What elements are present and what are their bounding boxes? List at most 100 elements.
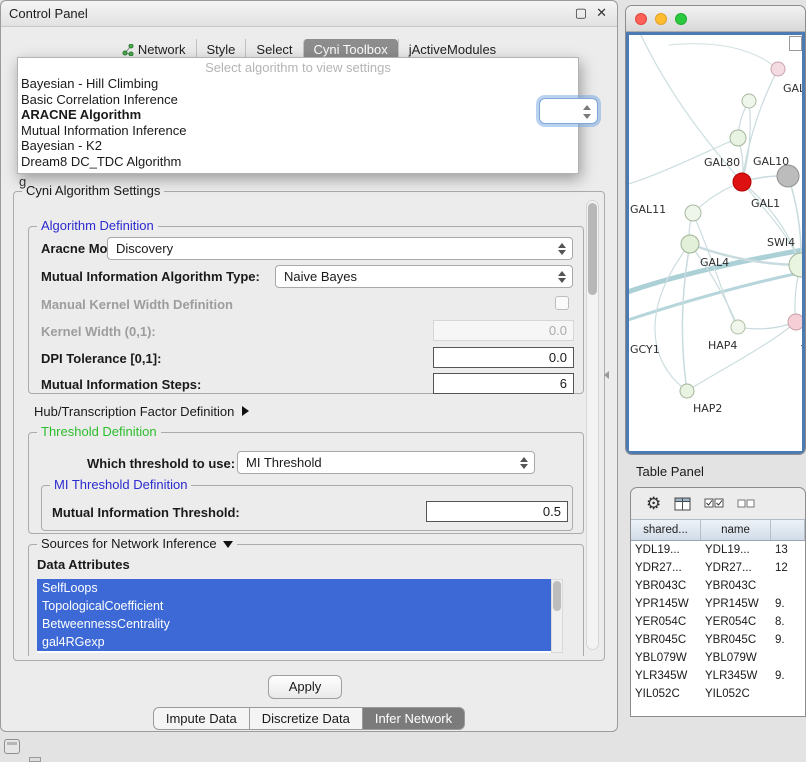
select-all-checkboxes-icon[interactable]: [704, 498, 724, 509]
hub-tf-definition-row[interactable]: Hub/Transcription Factor Definition: [34, 404, 249, 419]
expand-right-arrow-icon[interactable]: [242, 406, 249, 416]
float-window-icon[interactable]: ▢: [575, 5, 587, 21]
table-row[interactable]: YPR145WYPR145W9.: [631, 595, 805, 613]
aracne-mode-select[interactable]: Discovery: [107, 237, 573, 260]
table-row[interactable]: YDR27...YDR27...12: [631, 559, 805, 577]
table-cell: [771, 685, 805, 703]
focused-spinner-field[interactable]: [539, 98, 598, 124]
sources-group: Sources for Network Inference Data Attri…: [28, 544, 584, 656]
table-row[interactable]: YLR345WYLR345W9.: [631, 667, 805, 685]
data-attributes-label: Data Attributes: [37, 557, 130, 572]
table-cell: YDL19...: [631, 541, 701, 559]
table-row[interactable]: YBR045CYBR045C9.: [631, 631, 805, 649]
network-node-pale-center[interactable]: [731, 320, 745, 334]
splitter-collapse-icon[interactable]: [604, 371, 609, 379]
table-row[interactable]: YBL079WYBL079W: [631, 649, 805, 667]
close-window-icon[interactable]: ✕: [596, 5, 607, 21]
network-scrollbar-corner[interactable]: [789, 36, 802, 51]
table-row[interactable]: YBR043CYBR043C: [631, 577, 805, 595]
spinner-arrows-icon[interactable]: [583, 104, 591, 120]
control-panel-title: Control Panel: [9, 6, 88, 21]
algorithm-option-dream8-dc-tdc-algorithm[interactable]: Dream8 DC_TDC Algorithm: [18, 154, 578, 170]
network-node-gray-big[interactable]: [777, 165, 799, 187]
dpi-tolerance-field[interactable]: 0.0: [433, 347, 574, 368]
table-row[interactable]: YDL19...YDL19...13: [631, 541, 805, 559]
column-header-name[interactable]: name: [701, 520, 771, 540]
column-header-shared[interactable]: shared...: [631, 520, 701, 540]
combo-arrows-icon: [520, 456, 528, 470]
bottom-tab-infer-network[interactable]: Infer Network: [362, 707, 465, 730]
network-view-frame: GALGAL80GAL10GAL11GAL1SWI4GAL4GCY1HAP4YH…: [626, 32, 805, 454]
table-cell: YBL079W: [631, 649, 701, 667]
which-threshold-select[interactable]: MI Threshold: [237, 451, 535, 474]
algorithm-definition-title: Algorithm Definition: [41, 218, 154, 233]
control-panel-titlebar[interactable]: Control Panel ▢ ✕: [1, 1, 617, 27]
table-row[interactable]: YER054CYER054C8.: [631, 613, 805, 631]
attribute-selfloops[interactable]: SelfLoops: [37, 579, 551, 597]
network-node-pale-mid[interactable]: [730, 130, 746, 146]
columns-icon[interactable]: [674, 497, 691, 511]
network-edge-curve: [669, 44, 778, 69]
network-node-pale-left[interactable]: [685, 205, 701, 221]
zoom-traffic-light-icon[interactable]: [675, 13, 687, 25]
network-window-titlebar[interactable]: [626, 6, 805, 32]
attributes-scrollbar[interactable]: [551, 579, 563, 653]
network-node-pale-top[interactable]: [742, 94, 756, 108]
network-node-gal4[interactable]: [681, 235, 699, 253]
manual-kernel-width-checkbox[interactable]: [555, 296, 569, 310]
table-body[interactable]: YDL19...YDL19...13YDR27...YDR27...12YBR0…: [631, 541, 805, 716]
kernel-width-field[interactable]: 0.0: [433, 320, 574, 341]
attribute-gal4rgexp[interactable]: gal4RGexp: [37, 633, 551, 651]
algorithm-option-basic-correlation-inference[interactable]: Basic Correlation Inference: [18, 92, 578, 108]
table-cell: YBR045C: [701, 631, 771, 649]
mi-steps-field[interactable]: 6: [433, 373, 574, 394]
gear-icon[interactable]: ⚙: [646, 495, 661, 512]
bottom-tab-bar: Impute DataDiscretize DataInfer Network: [1, 707, 617, 730]
network-node-red[interactable]: [733, 173, 751, 191]
node-label-swi4: SWI4: [767, 236, 795, 249]
minimized-panel-icon[interactable]: [4, 739, 20, 754]
attributes-scrollbar-thumb[interactable]: [553, 581, 561, 611]
algorithm-option-mutual-information-inference[interactable]: Mutual Information Inference: [18, 123, 578, 139]
deselect-all-checkboxes-icon[interactable]: [737, 499, 755, 509]
table-cell: YPR145W: [701, 595, 771, 613]
table-row[interactable]: YIL052CYIL052C: [631, 685, 805, 703]
network-edge[interactable]: [738, 322, 796, 329]
network-node-pink-right[interactable]: [788, 314, 802, 330]
network-node-pale-bottom[interactable]: [680, 384, 694, 398]
table-cell: YBL079W: [701, 649, 771, 667]
data-attributes-list[interactable]: SelfLoopsTopologicalCoefficientBetweenne…: [37, 579, 551, 653]
apply-button[interactable]: Apply: [268, 675, 342, 699]
column-header-col2[interactable]: [771, 520, 805, 540]
mi-algorithm-type-select[interactable]: Naive Bayes: [275, 265, 573, 288]
algorithm-definition-group: Algorithm Definition Aracne Mode: Discov…: [28, 226, 584, 394]
table-cell: YBR043C: [631, 577, 701, 595]
minimize-traffic-light-icon[interactable]: [655, 13, 667, 25]
table-cell: 9.: [771, 631, 805, 649]
attribute-topologicalcoefficient[interactable]: TopologicalCoefficient: [37, 597, 551, 615]
table-cell: YPR145W: [631, 595, 701, 613]
attribute-betweennesscentrality[interactable]: BetweennessCentrality: [37, 615, 551, 633]
bottom-tab-discretize-data[interactable]: Discretize Data: [249, 707, 363, 730]
close-traffic-light-icon[interactable]: [635, 13, 647, 25]
mi-threshold-field[interactable]: 0.5: [426, 501, 568, 522]
network-node-pink-top[interactable]: [771, 62, 785, 76]
settings-scrollbar-thumb[interactable]: [588, 203, 597, 295]
algorithm-option-bayesian-hill-climbing[interactable]: Bayesian - Hill Climbing: [18, 76, 578, 92]
network-canvas[interactable]: GALGAL80GAL10GAL11GAL1SWI4GAL4GCY1HAP4YH…: [629, 35, 802, 451]
mi-threshold-definition-title: MI Threshold Definition: [54, 477, 187, 492]
which-threshold-value: MI Threshold: [246, 455, 322, 470]
table-cell: [771, 649, 805, 667]
node-label-hap2: HAP2: [693, 402, 722, 415]
threshold-definition-title: Threshold Definition: [41, 424, 157, 439]
collapse-down-arrow-icon[interactable]: [223, 541, 233, 548]
settings-scrollbar[interactable]: [586, 200, 599, 650]
mi-threshold-definition-group: MI Threshold Definition Mutual Informati…: [41, 485, 573, 531]
algorithm-option-bayesian-k2[interactable]: Bayesian - K2: [18, 138, 578, 154]
network-svg[interactable]: GALGAL80GAL10GAL11GAL1SWI4GAL4GCY1HAP4YH…: [629, 35, 802, 451]
bottom-tab-impute-data[interactable]: Impute Data: [153, 707, 250, 730]
minimized-panel-icon-partial[interactable]: [29, 757, 41, 762]
algorithm-option-aracne-algorithm[interactable]: ARACNE Algorithm: [18, 107, 578, 123]
table-cell: YER054C: [631, 613, 701, 631]
network-edge[interactable]: [682, 244, 690, 391]
